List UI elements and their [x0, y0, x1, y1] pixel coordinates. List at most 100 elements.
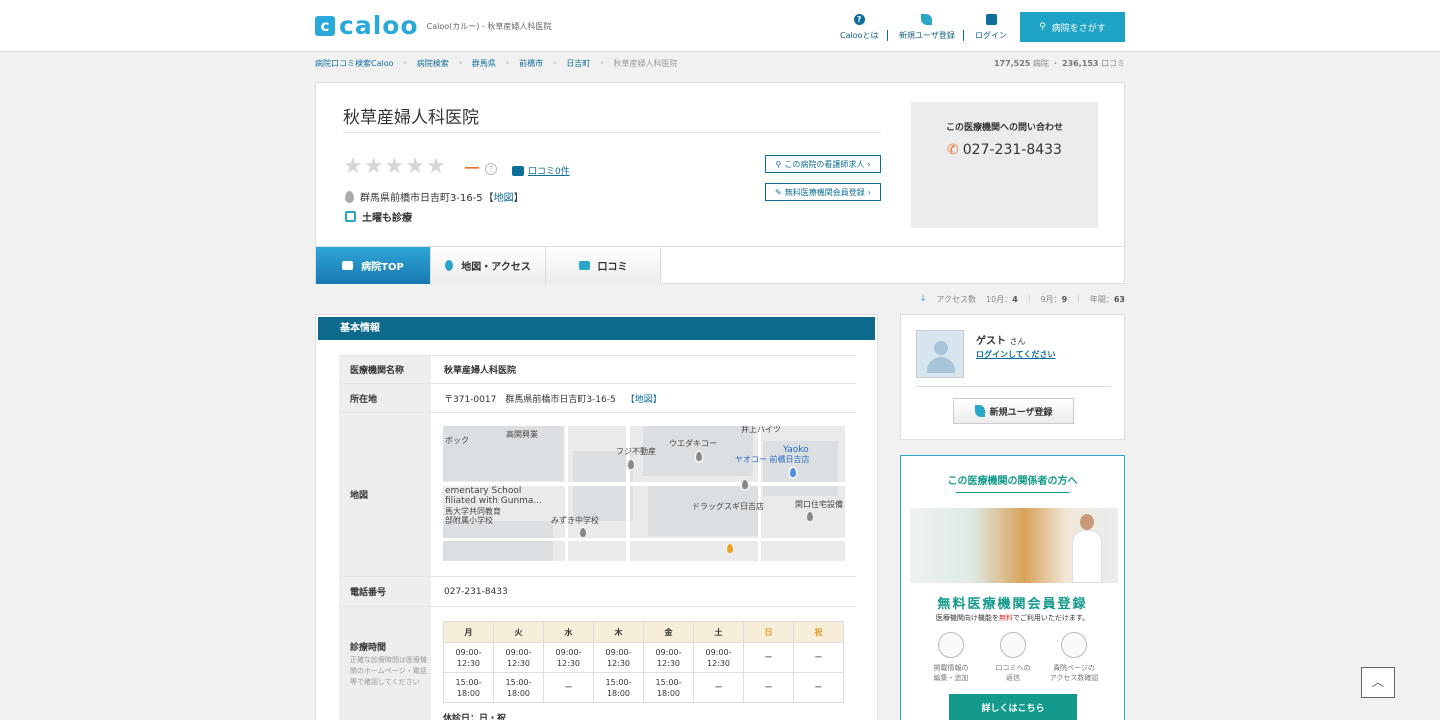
day-header: 日 — [743, 621, 794, 643]
doctor-figure — [1070, 512, 1104, 583]
hospital-icon — [342, 261, 354, 270]
hospital-address: 群馬県前橋市日吉町3-16-5 【地図】 — [345, 189, 524, 204]
search-hospital-button[interactable]: ⚲ 病院をさがす — [1020, 12, 1125, 42]
user-name: ゲスト さん — [976, 332, 1025, 347]
promo-sub-pre: 医療機関向け機能を — [935, 614, 999, 622]
info-value: 〒371-0017 群馬県前橋市日吉町3-16-5 【地図】 — [444, 384, 662, 412]
breadcrumb-sep: › — [403, 58, 407, 67]
breadcrumb-link[interactable]: 病院口コミ検索Caloo — [315, 58, 394, 69]
nav-about-label: Calooとは — [840, 31, 879, 40]
bracket: 】 — [513, 193, 524, 204]
restaurant-pin-icon — [725, 542, 735, 555]
day-header: 祝 — [793, 621, 844, 643]
nav-login-label: ログイン — [975, 31, 1007, 40]
nav-register-label: 新規ユーザ登録 — [899, 31, 955, 40]
site-header: c caloo Caloo(カルー) - 秋草産婦人科医院 ? Calooとは … — [0, 0, 1440, 52]
bracket: 【 — [483, 193, 494, 204]
breadcrumb: 病院口コミ検索Caloo › 病院検索 › 群馬県 › 前橋市 › 日吉町 › 秋草産婦人… — [315, 58, 678, 69]
contact-box: この医療機関への問い合わせ ✆ 027-231-8433 — [911, 102, 1098, 228]
tab-map-access[interactable]: 地図・アクセス — [431, 247, 546, 284]
breadcrumb-sep: › — [458, 58, 462, 67]
info-row: 電話番号 027-231-8433 — [339, 576, 856, 606]
comment-icon — [512, 165, 524, 176]
chevron-up-icon: ︿ — [1371, 675, 1384, 689]
info-label: 医療機関名称 — [339, 356, 431, 383]
hours-cell: ー — [693, 672, 744, 703]
hours-cell: 15:00- 18:00 — [443, 672, 494, 703]
analytics-icon — [1061, 632, 1087, 658]
star-icon: ★ — [363, 154, 384, 179]
address-map-link[interactable]: 【地図】 — [626, 392, 662, 405]
feature-label: 口コミへの 返信 — [995, 664, 1031, 682]
nav-divider — [963, 30, 964, 41]
breadcrumb-link[interactable]: 前橋市 — [519, 58, 543, 69]
pencil-icon: ✎ — [775, 187, 782, 197]
promo-subtext: 医療機関向け機能を無料でご利用いただけます。 — [901, 613, 1124, 623]
nav-register[interactable]: 新規ユーザ登録 — [899, 14, 955, 41]
help-icon[interactable]: ? — [485, 163, 497, 175]
star-icon: ★ — [384, 154, 405, 179]
lock-icon — [985, 14, 997, 25]
day-header: 月 — [443, 621, 494, 643]
hours-cell: 15:00- 18:00 — [593, 672, 644, 703]
map-pin-icon — [694, 450, 704, 463]
login-link[interactable]: ログインしてください — [976, 349, 1056, 360]
register-button[interactable]: 新規ユーザ登録 — [953, 398, 1074, 424]
breadcrumb-link[interactable]: 病院検索 — [417, 58, 449, 69]
review-count-link[interactable]: 口コミ0件 — [512, 164, 570, 177]
contact-phone[interactable]: ✆ 027-231-8433 — [911, 142, 1098, 158]
phone-icon: ✆ — [947, 142, 959, 158]
sep-count: 9 — [1061, 295, 1068, 304]
scroll-to-top-button[interactable]: ︿ — [1361, 667, 1395, 698]
promo-sub-free: 無料 — [998, 614, 1013, 622]
hours-note: 正確な診療時間は医療機関のホームページ・電話等で確認してください — [350, 656, 427, 686]
separator: | — [1027, 294, 1031, 303]
year-count: 63 — [1113, 295, 1125, 304]
hospital-name: 秋草産婦人科医院 — [343, 108, 479, 128]
map-label: 高関興業 — [506, 430, 538, 439]
day-header: 火 — [493, 621, 544, 643]
member-registration-link[interactable]: ✎ 無料医療機関会員登録 › — [765, 183, 881, 201]
nav-about[interactable]: ? Calooとは — [840, 14, 879, 41]
hours-cell: 09:00- 12:30 — [693, 642, 744, 673]
rating-stars: ★ ★ ★ ★ ★ — [343, 156, 446, 178]
member-registration-label: 無料医療機関会員登録 — [784, 187, 865, 197]
chevron-right-icon: › — [867, 187, 871, 197]
calendar-icon — [345, 211, 356, 222]
hours-cell: ー — [743, 672, 794, 703]
hours-cell: 09:00- 12:30 — [643, 642, 694, 673]
nav-login[interactable]: ログイン — [975, 14, 1007, 41]
divider — [343, 132, 881, 133]
map-label: ementary School — [445, 486, 522, 496]
address-map-link[interactable]: 地図 — [494, 193, 514, 204]
info-value: 027-231-8433 — [444, 586, 508, 597]
day-header: 木 — [593, 621, 644, 643]
tab-reviews[interactable]: 口コミ — [546, 247, 661, 284]
hospital-count-unit: 病院 ・ — [1032, 59, 1060, 68]
map-label: 関口住宅設備 — [795, 500, 843, 509]
map-pin-icon — [345, 190, 354, 203]
map-label: ドラッグスギ日吉店 — [692, 502, 764, 511]
tab-label: 地図・アクセス — [461, 262, 531, 273]
address-value: 〒371-0017 群馬県前橋市日吉町3-16-5 — [444, 394, 616, 405]
logo[interactable]: c caloo Caloo(カルー) - 秋草産婦人科医院 — [315, 13, 551, 38]
map-pin-icon — [626, 458, 636, 471]
user-box: ゲスト さん ログインしてください 新規ユーザ登録 — [900, 314, 1125, 440]
hours-table: 月 火 水 木 金 土 日 祝 09:00- 12:30 09:00- 12:3… — [443, 621, 844, 703]
map-embed[interactable]: ボック 高関興業 フジ不動産 ウエダキコー 井上ハイツ Yaoko ヤオコー 前… — [443, 426, 845, 561]
breadcrumb-link[interactable]: 日吉町 — [566, 58, 590, 69]
nurse-jobs-link[interactable]: ⚲ この病院の看護師求人 › — [765, 155, 881, 173]
chevron-right-icon: › — [867, 159, 871, 169]
sep-label: 9月： — [1040, 295, 1062, 304]
nurse-jobs-label: この病院の看護師求人 — [784, 159, 865, 169]
search-icon: ⚲ — [775, 159, 782, 169]
leaf-icon — [974, 405, 985, 417]
learn-more-button[interactable]: 詳しくはこちら — [949, 694, 1077, 720]
guest-name: ゲスト — [976, 336, 1006, 347]
oct-label: 10月： — [986, 295, 1013, 304]
breadcrumb-link[interactable]: 群馬県 — [472, 58, 496, 69]
hours-cell: ー — [793, 672, 844, 703]
saturday-badge: 土曜も診療 — [345, 209, 412, 224]
tab-hospital-top[interactable]: 病院TOP — [316, 247, 431, 284]
day-header: 水 — [543, 621, 594, 643]
